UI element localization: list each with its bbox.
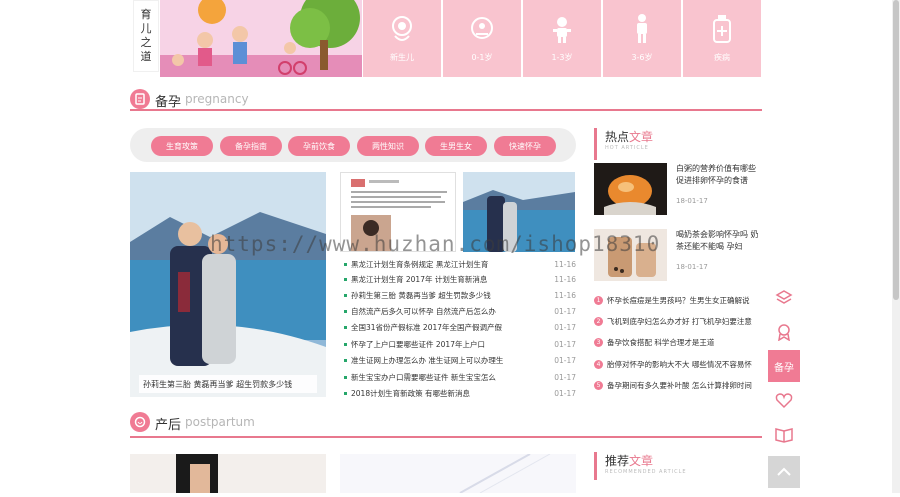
news-item[interactable]: 新生宝宝办户口需要哪些证件 新生宝宝怎么 01-17: [344, 370, 576, 384]
news-item[interactable]: 黑龙江计划生育条例规定 黑龙江计划生育 11-16: [344, 257, 576, 271]
age-tab-label: 3-6岁: [631, 53, 653, 62]
toddler-icon: [553, 17, 571, 43]
news-item[interactable]: 准生证网上办理怎么办 准生证网上可以办理生 01-17: [344, 353, 576, 367]
bullet: [344, 277, 347, 281]
recommended-subtitle: RECOMMENDED ARTICLE: [605, 469, 687, 475]
layers-icon: [775, 290, 793, 304]
section-subtitle: postpartum: [185, 415, 255, 429]
parenting-banner-image[interactable]: [160, 0, 362, 77]
medicine-bottle-icon: [713, 15, 731, 43]
bullet: [344, 358, 347, 362]
hot-rank-item[interactable]: 2 飞机到底孕妇怎么办才好 打飞机孕妇要注意: [594, 314, 762, 328]
tag-button[interactable]: 生男生女: [425, 136, 487, 156]
hot-rank-item[interactable]: 5 备孕期间有多久要补叶酸 怎么计算排卵时间: [594, 378, 762, 392]
bullet: [344, 342, 347, 346]
bullet: [344, 375, 347, 379]
hot-articles-title: 热点文章: [605, 130, 654, 144]
float-nav-heart[interactable]: [768, 384, 800, 416]
side-label-char: 之: [140, 36, 152, 49]
hot-article-date: 18-01-17: [676, 263, 708, 271]
watermark-text: https://www.huzhan.com/ishop18310: [210, 232, 661, 256]
child-icon: [637, 14, 647, 43]
medal-icon: [778, 324, 790, 341]
chevron-up-icon: [777, 467, 791, 476]
bullet: [344, 262, 347, 266]
pregnancy-section-icon: [130, 89, 150, 109]
float-nav-book[interactable]: [768, 418, 800, 450]
news-item[interactable]: 全国31省份产假标准 2017年全国产假调产假 01-17: [344, 320, 576, 334]
tag-button[interactable]: 备孕指南: [220, 136, 282, 156]
section-header-postpartum: 产后 postpartum: [130, 412, 762, 438]
hot-articles-header: 热点文章 HOT ARTICLE: [594, 128, 762, 160]
hot-rank-item[interactable]: 3 备孕饮食搭配 科学合理才是王道: [594, 335, 762, 349]
hot-article-image: [594, 163, 667, 215]
hot-articles-subtitle: HOT ARTICLE: [605, 145, 649, 151]
hot-article-title: 喝奶茶会影响怀孕吗 奶茶还能不能喝 孕妇: [676, 230, 759, 251]
section-header-pregnancy: 备孕 pregnancy: [130, 89, 762, 111]
hot-rank-item[interactable]: 4 胎停对怀孕的影响大不大 哪些情况不容易怀: [594, 357, 762, 371]
age-tab-label: 0-1岁: [471, 53, 493, 62]
tag-button[interactable]: 两性知识: [357, 136, 419, 156]
baby-icon: [392, 16, 412, 41]
recommended-articles-header: 推荐文章 RECOMMENDED ARTICLE: [594, 452, 762, 480]
news-item[interactable]: 怀孕了上户口要哪些证件 2017年上户口 01-17: [344, 337, 576, 351]
section-side-label: 育 儿 之 道: [133, 0, 159, 72]
featured-photo[interactable]: [130, 172, 326, 397]
postpartum-section-icon: [130, 412, 150, 432]
age-tab-newborn[interactable]: 新生儿: [363, 0, 441, 77]
bullet: [344, 325, 347, 329]
news-item[interactable]: 自然流产后多久可以怀孕 自然流产后怎么办 01-17: [344, 304, 576, 318]
page-scrollbar-thumb[interactable]: [893, 0, 899, 300]
back-to-top-button[interactable]: [768, 456, 800, 488]
section-title: 产后: [155, 418, 182, 433]
infant-icon: [471, 17, 493, 39]
bullet: [344, 293, 347, 297]
float-nav-layers[interactable]: [768, 282, 800, 314]
side-label-char: 儿: [140, 22, 152, 35]
hot-article-card[interactable]: 白粥的营养价值有哪些 促进排卵怀孕的食谱 18-01-17: [594, 163, 762, 217]
heart-icon: [775, 393, 793, 409]
section-subtitle: pregnancy: [185, 92, 249, 106]
age-tab-label: 新生儿: [390, 53, 414, 62]
book-icon: [775, 428, 793, 443]
news-item[interactable]: 黑龙江计划生育 2017年 计划生育新消息 11-16: [344, 272, 576, 286]
float-nav-medal[interactable]: [768, 316, 800, 348]
hot-rank-item[interactable]: 1 怀孕长痘痘是生男孩吗？生男生女正确解说: [594, 293, 762, 307]
bullet: [344, 309, 347, 313]
hot-article-date: 18-01-17: [676, 197, 708, 205]
postpartum-thumbnail[interactable]: [340, 453, 576, 494]
news-item[interactable]: 2018计划生育新政策 有哪些新消息 01-17: [344, 386, 576, 400]
side-label-char: 道: [140, 50, 152, 63]
tag-button[interactable]: 生育攻策: [151, 136, 213, 156]
age-tab-disease[interactable]: 疾病: [683, 0, 761, 77]
section-title: 备孕: [155, 95, 182, 110]
hot-article-title: 白粥的营养价值有哪些 促进排卵怀孕的食谱: [676, 164, 756, 185]
featured-photo-caption[interactable]: 孙莉生第三胎 黄磊再当爹 超生罚款多少钱: [139, 375, 317, 393]
float-nav-pregnancy-active[interactable]: 备孕: [768, 350, 800, 382]
postpartum-photo[interactable]: [130, 454, 326, 493]
news-item[interactable]: 孙莉生第三胎 黄磊再当爹 超生罚款多少钱 11-16: [344, 288, 576, 302]
age-tab-1-3[interactable]: 1-3岁: [523, 0, 601, 77]
tag-button[interactable]: 快速怀孕: [494, 136, 556, 156]
age-tab-0-1[interactable]: 0-1岁: [443, 0, 521, 77]
bullet: [344, 391, 347, 395]
age-tab-label: 疾病: [714, 53, 730, 62]
age-tab-label: 1-3岁: [551, 53, 573, 62]
recommended-title: 推荐文章: [605, 454, 654, 468]
age-tab-3-6[interactable]: 3-6岁: [603, 0, 681, 77]
side-label-char: 育: [140, 8, 152, 21]
tag-button[interactable]: 孕前饮食: [288, 136, 350, 156]
